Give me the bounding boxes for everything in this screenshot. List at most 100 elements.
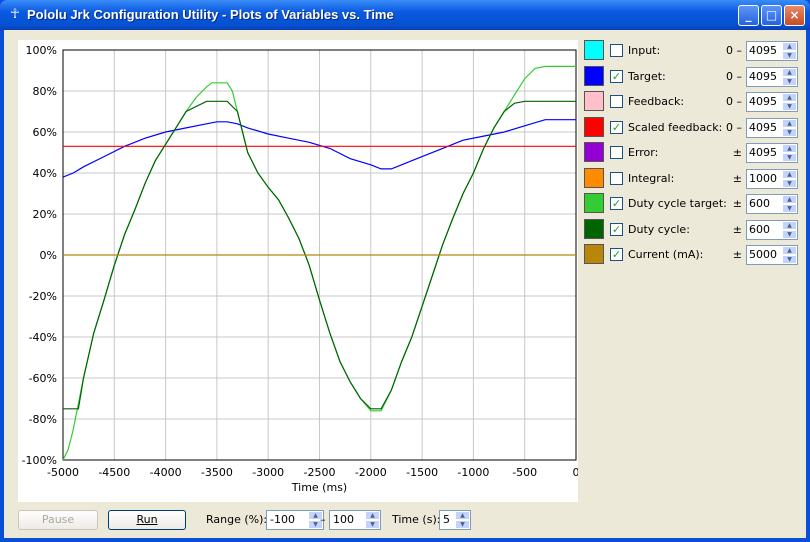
spin-up-icon[interactable]: ▲	[782, 67, 797, 77]
x-tick-label: -1500	[406, 466, 438, 479]
visibility-checkbox[interactable]	[610, 44, 623, 57]
spin-up-icon[interactable]: ▲	[365, 511, 380, 520]
spin-up-icon[interactable]: ▲	[782, 118, 797, 128]
range-max-stepper[interactable]: 100 ▲ ▼	[329, 510, 381, 530]
legend-label: Integral:	[628, 171, 675, 185]
title-bar[interactable]: ☥ Pololu Jrk Configuration Utility - Plo…	[0, 0, 810, 30]
spin-down-icon[interactable]: ▼	[782, 127, 797, 137]
scale-spin-buttons[interactable]: ▲ ▼	[782, 144, 797, 162]
legend-row: ✓ Target: 0 – 4095 ▲ ▼	[584, 65, 798, 88]
x-tick-label: -4000	[150, 466, 182, 479]
scale-stepper[interactable]: 600 ▲ ▼	[746, 194, 798, 214]
x-tick-label: 0	[573, 466, 579, 479]
spin-down-icon[interactable]: ▼	[455, 520, 470, 529]
color-swatch[interactable]	[584, 91, 604, 111]
minimize-button[interactable]: _	[738, 5, 759, 26]
scale-stepper[interactable]: 4095 ▲ ▼	[746, 41, 798, 61]
scale-stepper[interactable]: 600 ▲ ▼	[746, 219, 798, 240]
scale-stepper[interactable]: 4095 ▲ ▼	[746, 117, 798, 138]
color-swatch[interactable]	[584, 116, 604, 137]
color-swatch[interactable]	[584, 65, 604, 86]
range-label: Range (%):	[206, 513, 268, 526]
scale-spin-buttons[interactable]: ▲ ▼	[782, 67, 797, 86]
y-tick-label: 60%	[33, 126, 57, 139]
scale-spin-buttons[interactable]: ▲ ▼	[782, 118, 797, 137]
time-spin-buttons[interactable]: ▲ ▼	[455, 511, 470, 529]
color-swatch[interactable]	[584, 218, 604, 239]
x-tick-label: -2500	[304, 466, 336, 479]
color-swatch[interactable]	[584, 40, 604, 60]
client-area: -5000 -4500 -4000 -3500 -3000 -2500 -2000 -1500…	[4, 30, 806, 538]
spin-up-icon[interactable]: ▲	[782, 93, 797, 102]
scale-value: 4095	[749, 146, 777, 159]
visibility-checkbox[interactable]	[610, 95, 623, 108]
scale-stepper[interactable]: 4095 ▲ ▼	[746, 143, 798, 163]
range-prefix: ±	[732, 146, 742, 159]
scale-spin-buttons[interactable]: ▲ ▼	[782, 246, 797, 264]
visibility-checkbox[interactable]	[610, 146, 623, 159]
y-tick-label: -100%	[22, 454, 57, 467]
spin-down-icon[interactable]: ▼	[782, 255, 797, 264]
scale-stepper[interactable]: 5000 ▲ ▼	[746, 245, 798, 265]
visibility-checkbox[interactable]: ✓	[610, 197, 623, 210]
legend-row: ✓ Scaled feedback: 0 – 4095 ▲ ▼	[584, 116, 798, 139]
range-prefix: ±	[732, 197, 742, 210]
scale-spin-buttons[interactable]: ▲ ▼	[782, 220, 797, 239]
legend-label: Current (mA):	[628, 248, 704, 261]
run-button[interactable]: Run	[108, 510, 186, 530]
color-swatch[interactable]	[584, 244, 604, 264]
spin-up-icon[interactable]: ▲	[782, 246, 797, 255]
range-max-spin-buttons[interactable]: ▲ ▼	[365, 511, 380, 529]
visibility-checkbox[interactable]: ✓	[610, 120, 623, 134]
y-tick-label: 40%	[33, 167, 57, 180]
pause-button[interactable]: Pause	[18, 510, 98, 530]
spin-down-icon[interactable]: ▼	[782, 153, 797, 162]
scale-spin-buttons[interactable]: ▲ ▼	[782, 195, 797, 213]
spin-down-icon[interactable]: ▼	[782, 102, 797, 111]
spin-up-icon[interactable]: ▲	[455, 511, 470, 520]
plot-panel: -5000 -4500 -4000 -3500 -3000 -2500 -2000 -1500…	[18, 40, 580, 502]
color-swatch[interactable]	[584, 142, 604, 162]
spin-down-icon[interactable]: ▼	[365, 520, 380, 529]
spin-up-icon[interactable]: ▲	[782, 220, 797, 230]
scale-spin-buttons[interactable]: ▲ ▼	[782, 42, 797, 60]
color-swatch[interactable]	[584, 167, 604, 188]
spin-down-icon[interactable]: ▼	[782, 204, 797, 213]
chart-svg: -5000 -4500 -4000 -3500 -3000 -2500 -2000 -1500…	[22, 44, 580, 494]
scale-stepper[interactable]: 1000 ▲ ▼	[746, 168, 798, 189]
pololu-figure-icon: ☥	[10, 7, 20, 22]
spin-down-icon[interactable]: ▼	[782, 51, 797, 60]
spin-down-icon[interactable]: ▼	[782, 178, 797, 188]
scale-stepper[interactable]: 4095 ▲ ▼	[746, 66, 798, 87]
legend-row: Integral: ±1000 ▲ ▼	[584, 167, 798, 190]
spin-up-icon[interactable]: ▲	[782, 144, 797, 153]
scale-spin-buttons[interactable]: ▲ ▼	[782, 93, 797, 111]
spin-up-icon[interactable]: ▲	[782, 42, 797, 51]
x-tick-label: -3000	[252, 466, 284, 479]
visibility-checkbox[interactable]: ✓	[610, 222, 623, 236]
range-prefix: 0 –	[726, 44, 742, 57]
color-swatch[interactable]	[584, 193, 604, 213]
close-button[interactable]: ×	[784, 5, 805, 26]
range-prefix: ±	[732, 222, 742, 236]
range-min-stepper[interactable]: -100 ▲ ▼	[266, 510, 324, 530]
y-tick-label: 0%	[40, 249, 57, 262]
y-tick-label: -20%	[29, 290, 57, 303]
spin-up-icon[interactable]: ▲	[782, 169, 797, 179]
visibility-checkbox[interactable]	[610, 171, 623, 185]
x-tick-label: -2000	[355, 466, 387, 479]
scale-spin-buttons[interactable]: ▲ ▼	[782, 169, 797, 188]
spin-up-icon[interactable]: ▲	[782, 195, 797, 204]
range-prefix: ±	[732, 171, 742, 185]
app-window: ☥ Pololu Jrk Configuration Utility - Plo…	[0, 0, 810, 542]
legend-row: ✓ Current (mA): ±5000 ▲ ▼	[584, 244, 798, 266]
visibility-checkbox[interactable]: ✓	[610, 248, 623, 261]
maximize-button[interactable]: □	[761, 5, 782, 26]
spin-down-icon[interactable]: ▼	[782, 229, 797, 239]
visibility-checkbox[interactable]: ✓	[610, 69, 623, 83]
time-stepper[interactable]: 5 ▲ ▼	[439, 510, 471, 530]
run-button-label: Run	[136, 513, 158, 526]
y-tick-label: 100%	[26, 44, 57, 57]
scale-stepper[interactable]: 4095 ▲ ▼	[746, 92, 798, 112]
spin-down-icon[interactable]: ▼	[782, 76, 797, 86]
